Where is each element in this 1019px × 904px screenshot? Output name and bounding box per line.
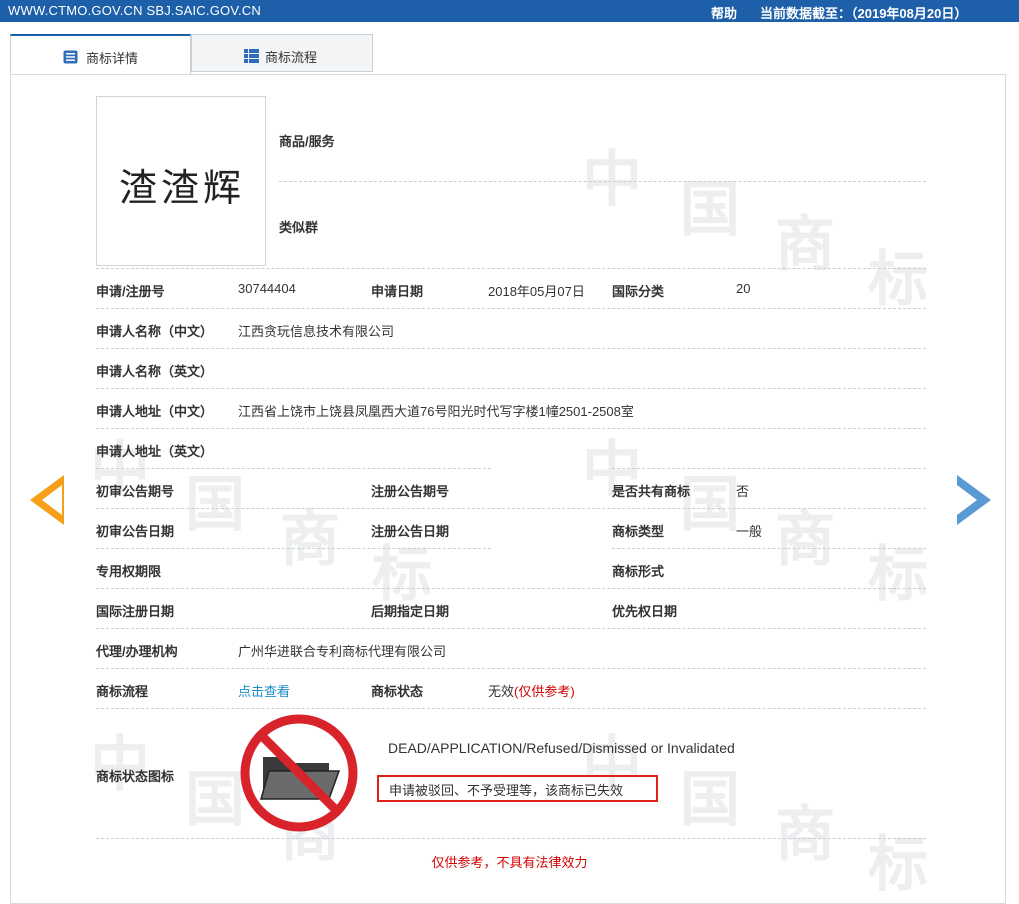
divider (96, 838, 926, 839)
later-date-label: 后期指定日期 (371, 604, 450, 619)
watermark-char: 标 (868, 540, 928, 610)
priority-date-label: 优先权日期 (612, 604, 678, 619)
applicant-cn-label: 申请人名称（中文） (96, 324, 214, 339)
agent-value: 广州华进联合专利商标代理有限公司 (238, 644, 447, 659)
data-date: 当前数据截至：（2019年08月20日） (760, 6, 968, 21)
watermark-char: 商 (280, 505, 340, 575)
tm-type-label: 商标类型 (612, 524, 665, 539)
prev-arrow-inner (42, 485, 62, 515)
shared-value: 否 (736, 484, 750, 499)
view-flow-link[interactable]: 点击查看 (238, 681, 290, 700)
reg-no-label: 申请/注册号 (96, 284, 165, 299)
no-folder-icon (240, 714, 358, 832)
divider (96, 468, 491, 469)
exclusive-period-label: 专用权期限 (96, 564, 162, 579)
site-urls: WWW.CTMO.GOV.CN SBJ.SAIC.GOV.CN (8, 3, 261, 18)
app-date-label: 申请日期 (371, 284, 424, 299)
divider (96, 668, 926, 669)
status-cn-text: 申请被驳回、不予受理等，该商标已失效 (389, 783, 624, 798)
address-cn-value: 江西省上饶市上饶县凤凰西大道76号阳光时代写字楼1幢2501-2508室 (238, 404, 634, 419)
reg-no-value: 30744404 (238, 281, 296, 296)
trademark-image-text: 渣渣辉 (118, 166, 245, 210)
watermark-char: 国 (680, 175, 740, 245)
list-doc-icon (63, 50, 78, 64)
address-en-label: 申请人地址（英文） (96, 444, 214, 459)
status-value-text: 无效 (488, 684, 515, 699)
divider (96, 268, 926, 269)
status-en-text: DEAD/APPLICATION/Refused/Dismissed or In… (388, 740, 735, 756)
status-label: 商标状态 (371, 684, 424, 699)
watermark-char: 商 (775, 505, 835, 575)
applicant-en-label: 申请人名称（英文） (96, 364, 214, 379)
divider (96, 548, 491, 549)
watermark-char: 标 (868, 245, 928, 315)
divider (96, 588, 926, 589)
shared-label: 是否共有商标 (612, 484, 691, 499)
intl-class-value: 20 (736, 281, 751, 296)
watermark-char: 国 (680, 765, 740, 835)
divider (96, 508, 926, 509)
applicant-cn-value: 江西贪玩信息技术有限公司 (238, 324, 395, 339)
tm-type-value: 一般 (736, 524, 763, 539)
tab-label: 商标流程 (265, 50, 318, 65)
divider (96, 628, 926, 629)
watermark-char: 商 (775, 210, 835, 280)
intl-reg-date-label: 国际注册日期 (96, 604, 175, 619)
watermark-char: 国 (185, 470, 245, 540)
list-grid-icon (244, 49, 259, 63)
prelim-issue-label: 初审公告期号 (96, 484, 175, 499)
divider (96, 428, 926, 429)
address-cn-label: 申请人地址（中文） (96, 404, 214, 419)
tab-trademark-flow[interactable]: 商标流程 (191, 34, 373, 72)
divider (612, 468, 926, 469)
agent-label: 代理/办理机构 (96, 644, 178, 659)
watermark-char: 国 (185, 765, 245, 835)
tab-trademark-details[interactable]: 商标详情 (10, 34, 191, 75)
flow-label: 商标流程 (96, 684, 149, 699)
divider (96, 308, 926, 309)
status-icon-label: 商标状态图标 (96, 769, 175, 784)
reg-issue-label: 注册公告期号 (371, 484, 450, 499)
status-note: (仅供参考) (514, 684, 575, 699)
app-date-value: 2018年05月07日 (488, 284, 585, 299)
divider (96, 708, 926, 709)
trademark-image: 渣渣辉 (96, 96, 266, 266)
status-value: 无效(仅供参考) (488, 681, 575, 700)
tab-label: 商标详情 (86, 51, 139, 66)
divider (96, 348, 926, 349)
watermark-char: 中 (90, 730, 150, 800)
similar-group-label: 类似群 (279, 220, 319, 235)
goods-services-label: 商品/服务 (279, 134, 335, 149)
reg-date-label: 注册公告日期 (371, 524, 450, 539)
divider (279, 181, 926, 182)
divider (96, 388, 926, 389)
tm-form-label: 商标形式 (612, 564, 665, 579)
watermark-char: 标 (372, 540, 432, 610)
watermark-char: 中 (582, 145, 642, 215)
disclaimer: 仅供参考，不具有法律效力 (431, 855, 588, 870)
top-bar: WWW.CTMO.GOV.CN SBJ.SAIC.GOV.CN 帮助 当前数据截… (0, 0, 1019, 22)
next-arrow-inner (957, 485, 977, 515)
divider (612, 548, 926, 549)
prelim-date-label: 初审公告日期 (96, 524, 175, 539)
help-link[interactable]: 帮助 (711, 3, 737, 22)
intl-class-label: 国际分类 (612, 284, 665, 299)
